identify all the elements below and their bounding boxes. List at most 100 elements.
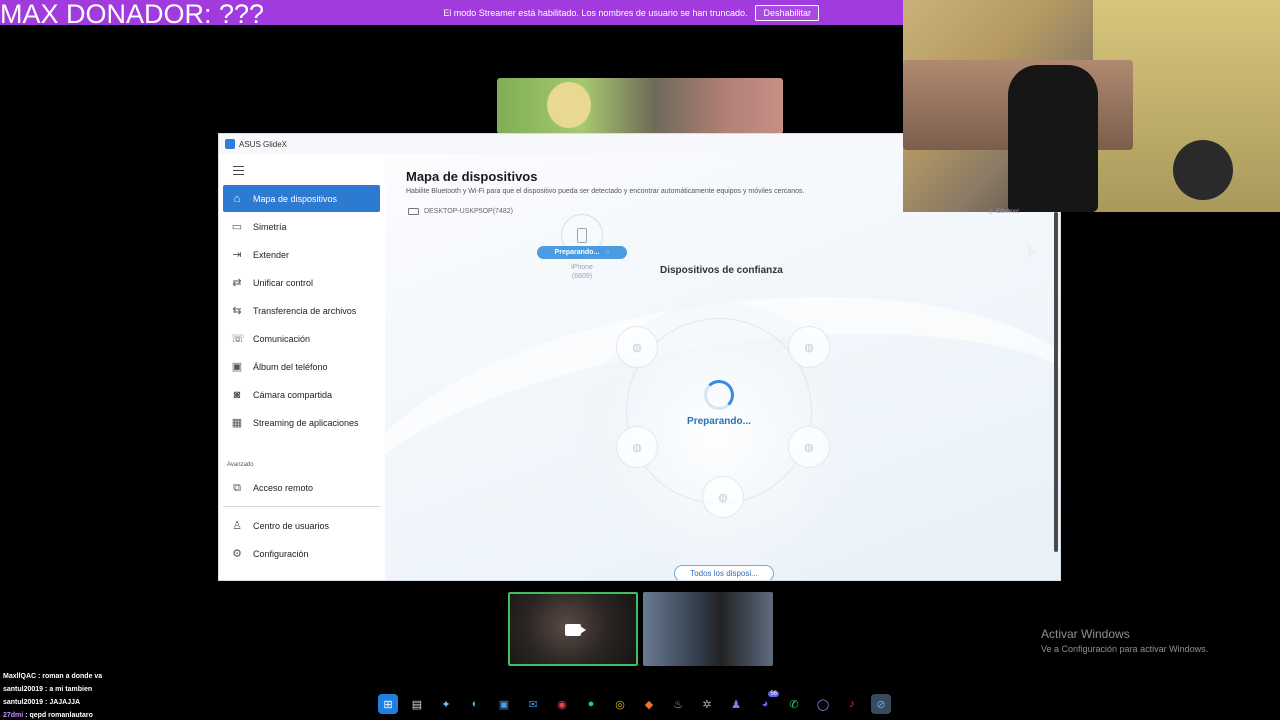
- discord-badge: 56: [768, 691, 779, 697]
- activate-windows-watermark: Activar Windows Ve a Configuración para …: [1041, 627, 1208, 654]
- sidebar-item-shared-camera[interactable]: ◙ Cámara compartida: [223, 381, 380, 408]
- sidebar-item-label: Centro de usuarios: [253, 520, 330, 531]
- tiktok-icon[interactable]: ♪: [842, 694, 862, 714]
- discord-icon[interactable]: ◕ 56: [755, 691, 779, 714]
- video-tile-remote[interactable]: [643, 592, 773, 666]
- sidebar-item-device-map[interactable]: ⌂ Mapa de dispositivos: [223, 185, 380, 212]
- sidebar-item-label: Transferencia de archivos: [253, 305, 357, 316]
- chat-message: santul20019 : a mi tambien: [3, 686, 93, 693]
- disable-streamer-button[interactable]: Deshabilitar: [755, 4, 819, 21]
- sidebar-item-label: Streaming de aplicaciones: [253, 417, 359, 428]
- sidebar-item-remote-access[interactable]: ⧉ Acceso remoto: [223, 474, 380, 501]
- hamburger-menu-icon[interactable]: [233, 166, 244, 175]
- sidebar-item-file-transfer[interactable]: ⇆ Transferencia de archivos: [223, 297, 380, 324]
- duck-figure: [547, 82, 591, 128]
- sidebar-item-settings[interactable]: ⚙ Configuración: [223, 540, 380, 567]
- empty-slot-icon: ◍: [632, 341, 642, 354]
- webcam-chair: [1008, 65, 1098, 212]
- stream-chat: MaxllQAC : roman a donde va santul20019 …: [3, 670, 223, 720]
- sidebar-item-extend[interactable]: ⇥ Extender: [223, 241, 380, 268]
- empty-slot-icon: ◍: [718, 491, 728, 504]
- device-slot[interactable]: ◍: [616, 326, 658, 368]
- copilot-icon[interactable]: ✦: [436, 694, 456, 714]
- ethernet-status: ◎ Ethernet: [988, 208, 1019, 216]
- all-devices-button[interactable]: Todos los disposi...: [674, 565, 774, 580]
- device-slot[interactable]: ◍: [702, 476, 744, 518]
- steam-icon[interactable]: ♨: [668, 694, 688, 714]
- device-slot[interactable]: ◍: [616, 426, 658, 468]
- file-explorer-icon[interactable]: ▤: [407, 694, 427, 714]
- sidebar-item-phone-album[interactable]: ▣ Álbum del teléfono: [223, 353, 380, 380]
- loading-icon: ◌: [605, 249, 610, 256]
- sidebar-item-mirror[interactable]: ▭ Simetría: [223, 213, 380, 240]
- device-slot[interactable]: ◍: [788, 426, 830, 468]
- album-icon: ▣: [231, 360, 243, 373]
- whatsapp-icon[interactable]: ✆: [784, 694, 804, 714]
- sidebar-divider: [223, 506, 380, 507]
- sidebar-item-label: Extender: [253, 249, 290, 260]
- teams-icon[interactable]: ♟: [726, 694, 746, 714]
- windows-start-icon[interactable]: ⊞: [378, 694, 398, 714]
- app-icon[interactable]: ◉: [552, 694, 572, 714]
- app-circle-icon[interactable]: ◯: [813, 694, 833, 714]
- scrollbar[interactable]: [1054, 212, 1058, 552]
- globe-icon: ◎: [988, 209, 994, 215]
- chat-message: MaxllQAC : roman a donde va: [3, 673, 103, 680]
- this-device-name: DESKTOP-USKP5OP(7482): [424, 208, 513, 215]
- phone-label: iPhone (6609): [559, 263, 605, 281]
- store-icon[interactable]: ▣: [494, 694, 514, 714]
- empty-slot-icon: ◍: [632, 441, 642, 454]
- device-slot[interactable]: ◍: [788, 326, 830, 368]
- chrome-icon[interactable]: ◎: [610, 694, 630, 714]
- activate-windows-subtitle: Ve a Configuración para activar Windows.: [1041, 644, 1209, 654]
- mail-icon[interactable]: ✉: [523, 694, 543, 714]
- apps-grid-icon: ▦: [231, 416, 243, 429]
- sidebar: ⌂ Mapa de dispositivos ▭ Simetría ⇥ Exte…: [219, 154, 385, 580]
- sidebar-item-label: Álbum del teléfono: [253, 361, 328, 372]
- sidebar-item-app-streaming[interactable]: ▦ Streaming de aplicaciones: [223, 409, 380, 436]
- file-transfer-icon: ⇆: [232, 304, 242, 317]
- glidex-app-icon: [225, 139, 235, 149]
- extend-icon: ⇥: [232, 248, 242, 261]
- settings-icon[interactable]: ✲: [697, 694, 717, 714]
- center-status: Preparando...: [687, 416, 751, 427]
- this-device: DESKTOP-USKP5OP(7482): [408, 208, 513, 215]
- spotify-icon[interactable]: ●: [581, 694, 601, 714]
- sidebar-item-label: Unificar control: [253, 277, 314, 288]
- chat-text: a mi tambien: [49, 686, 93, 693]
- laptop-icon: [408, 208, 419, 215]
- edge-icon[interactable]: ◐: [465, 694, 485, 714]
- sidebar-item-user-center[interactable]: ♙ Centro de usuarios: [223, 512, 380, 539]
- phone-name: iPhone: [571, 264, 593, 271]
- sidebar-item-label: Comunicación: [253, 333, 311, 344]
- chat-user: santul20019: [3, 686, 44, 693]
- taskbar: ⊞ ▤ ✦ ◐ ▣ ✉ ◉ ● ◎ ◆ ♨ ✲ ♟ ◕ 56 ✆ ◯ ♪ ⊘: [378, 691, 891, 716]
- video-tile-self[interactable]: [508, 592, 638, 666]
- screen: El modo Streamer está habilitado. Los no…: [0, 0, 1280, 720]
- chat-user: santul20019: [3, 699, 44, 706]
- glidex-icon[interactable]: ⊘: [871, 694, 891, 714]
- chat-user: 27dmi: [3, 712, 24, 719]
- sidebar-item-label: Acceso remoto: [253, 482, 314, 493]
- camera-icon: ◙: [233, 388, 241, 401]
- section-label-advanced: Avanzado: [227, 462, 254, 468]
- phone-icon: [577, 227, 587, 243]
- background-photo: [497, 78, 783, 134]
- chat-message: 27dmi : qepd romanlautaro: [3, 712, 93, 719]
- home-icon: ⌂: [233, 192, 241, 205]
- webcam-feed: [903, 0, 1280, 212]
- max-donador-label: MAX DONADOR: ???: [0, 0, 265, 29]
- empty-slot-icon: ◍: [804, 341, 814, 354]
- trusted-devices-title: Dispositivos de confianza: [660, 265, 783, 276]
- phone-status-pill: Preparando... ◌: [537, 246, 627, 259]
- brave-icon[interactable]: ◆: [639, 694, 659, 714]
- gear-icon: ⚙: [232, 547, 242, 560]
- streamer-mode-message: El modo Streamer está habilitado. Los no…: [443, 7, 748, 18]
- user-icon: ♙: [232, 519, 242, 532]
- chat-text: roman a donde va: [42, 673, 103, 680]
- page-title: Mapa de dispositivos: [406, 169, 538, 184]
- sidebar-item-communication[interactable]: ☏ Comunicación: [223, 325, 380, 352]
- chat-message: santul20019 : JAJAJJA: [3, 699, 81, 706]
- sidebar-item-unify-control[interactable]: ⇄ Unificar control: [223, 269, 380, 296]
- window-title: ASUS GlideX: [239, 139, 288, 149]
